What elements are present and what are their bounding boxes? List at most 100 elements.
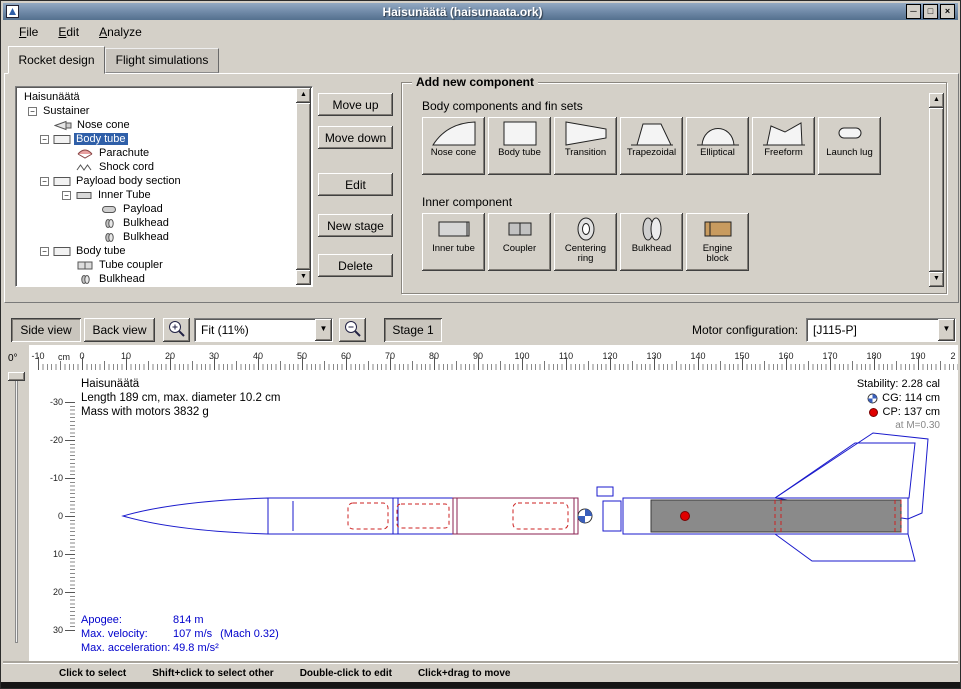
zoom-out-icon [343,319,362,338]
expander-icon[interactable]: − [40,177,49,186]
close-icon[interactable]: × [940,4,955,19]
tree-item[interactable]: − Body tube [18,244,295,258]
title-bar[interactable]: Haisunäätä (haisunaata.ork) ─ □ × [3,3,958,20]
nose-cone-icon [431,120,477,147]
inner-tube-icon [75,190,93,201]
add-coupler-button[interactable]: Coupler [488,213,551,271]
acceleration-label: Max. acceleration: [81,641,173,655]
stage-1-toggle[interactable]: Stage 1 [384,318,442,342]
rotation-slider-handle[interactable] [8,372,25,381]
acceleration-value: 49.8 m/s² [173,642,219,654]
ruler-tick-label: 20 [53,587,63,597]
tree-item[interactable]: − Sustainer [18,104,295,118]
rocket-info: Haisunäätä Length 189 cm, max. diameter … [81,377,280,419]
move-down-button[interactable]: Move down [318,126,393,149]
scroll-down-icon[interactable]: ▼ [929,272,944,287]
motor-configuration-label: Motor configuration: [692,323,798,337]
back-view-button[interactable]: Back view [84,318,155,342]
nose-cone-icon [54,120,72,131]
inner-component-label: Inner component [422,195,512,209]
rocket-mass: Mass with motors 3832 g [81,405,280,419]
tree-item[interactable]: − Body tube [18,132,295,146]
coupler-icon [76,260,94,271]
tree-item[interactable]: Tube coupler [18,258,295,272]
components-scrollbar[interactable]: ▲ ▼ [929,93,944,287]
tree-item[interactable]: Shock cord [18,160,295,174]
add-inner-tube-button[interactable]: Inner tube [422,213,485,271]
move-up-button[interactable]: Move up [318,93,393,116]
velocity-value: 107 m/s [173,628,212,640]
tree-item[interactable]: Parachute [18,146,295,160]
tree-item[interactable]: Haisunäätä [18,90,295,104]
new-stage-button[interactable]: New stage [318,214,393,237]
tree-item[interactable]: Nose cone [18,118,295,132]
expander-icon[interactable]: − [28,107,37,116]
tree-item-label: Inner Tube [96,189,153,201]
add-freeform-fin-button[interactable]: Freeform [752,117,815,175]
zoom-in-button[interactable] [163,318,190,342]
add-launch-lug-button[interactable]: Launch lug [818,117,881,175]
add-nose-cone-button[interactable]: Nose cone [422,117,485,175]
scroll-down-icon[interactable]: ▼ [296,270,311,285]
ruler-ticks [65,402,75,631]
scroll-up-icon[interactable]: ▲ [929,93,944,108]
body-components-label: Body components and fin sets [422,99,583,113]
tab-rocket-design[interactable]: Rocket design [8,46,105,74]
chevron-down-icon[interactable]: ▼ [938,319,955,341]
expander-icon[interactable]: − [62,191,71,200]
motor-configuration-value: [J115-P] [807,323,938,337]
flight-estimates: Apogee:814 m Max. velocity:107 m/s(Mach … [81,613,279,655]
cp-icon [868,407,879,418]
tree-item[interactable]: − Inner Tube [18,188,295,202]
tree-item[interactable]: Bulkhead [18,216,295,230]
shock-cord-icon [76,162,94,173]
expander-icon[interactable]: − [40,247,49,256]
tree-item[interactable]: − Payload body section [18,174,295,188]
rotation-slider-track[interactable] [15,375,18,643]
add-bulkhead-button[interactable]: Bulkhead [620,213,683,271]
tree-item[interactable]: Bulkhead [18,272,295,286]
ruler-ticks [38,357,958,370]
tab-flight-simulations[interactable]: Flight simulations [105,48,219,73]
component-tree[interactable]: Haisunäätä − Sustainer Nose cone − Body … [15,86,313,287]
application-window: Haisunäätä (haisunaata.ork) ─ □ × File E… [0,0,961,689]
zoom-in-icon [167,319,186,338]
app-icon[interactable] [6,5,19,18]
menu-analyze[interactable]: Analyze [91,22,150,42]
transition-icon [563,120,609,147]
add-engine-block-button[interactable]: Engine block [686,213,749,271]
scrollbar-thumb[interactable] [296,103,311,270]
tree-item-label: Haisunäätä [22,91,82,103]
delete-button[interactable]: Delete [318,254,393,277]
tree-item[interactable]: Bulkhead [18,230,295,244]
rotation-angle-value: 0° [8,353,18,364]
side-view-button[interactable]: Side view [11,318,81,342]
menu-file[interactable]: File [11,22,46,42]
stability-info: Stability: 2.28 cal CG: 114 cm CP: 137 c… [857,377,940,433]
expander-icon[interactable]: − [40,135,49,144]
chevron-down-icon[interactable]: ▼ [315,319,332,341]
add-trapezoidal-fin-button[interactable]: Trapezoidal [620,117,683,175]
motor-configuration-select[interactable]: [J115-P] ▼ [806,318,956,342]
tree-scrollbar[interactable]: ▲ ▼ [296,88,311,285]
cp-marker [681,512,690,521]
elliptical-fin-icon [695,120,741,147]
maximize-icon[interactable]: □ [923,4,938,19]
add-centering-ring-button[interactable]: Centering ring [554,213,617,271]
scrollbar-thumb[interactable] [929,108,944,272]
edit-button[interactable]: Edit [318,173,393,196]
apogee-value: 814 m [173,614,204,626]
minimize-icon[interactable]: ─ [906,4,921,19]
scroll-up-icon[interactable]: ▲ [296,88,311,103]
zoom-level-select[interactable]: Fit (11%) ▼ [194,318,333,342]
zoom-out-button[interactable] [339,318,366,342]
status-bar: Click to select Shift+click to select ot… [3,663,958,682]
add-body-tube-button[interactable]: Body tube [488,117,551,175]
bulkhead-icon [629,216,675,243]
bulkhead-icon [100,218,118,229]
add-transition-button[interactable]: Transition [554,117,617,175]
add-elliptical-fin-button[interactable]: Elliptical [686,117,749,175]
tree-item[interactable]: Payload [18,202,295,216]
menu-edit[interactable]: Edit [50,22,87,42]
tree-item-label: Bulkhead [97,273,147,285]
